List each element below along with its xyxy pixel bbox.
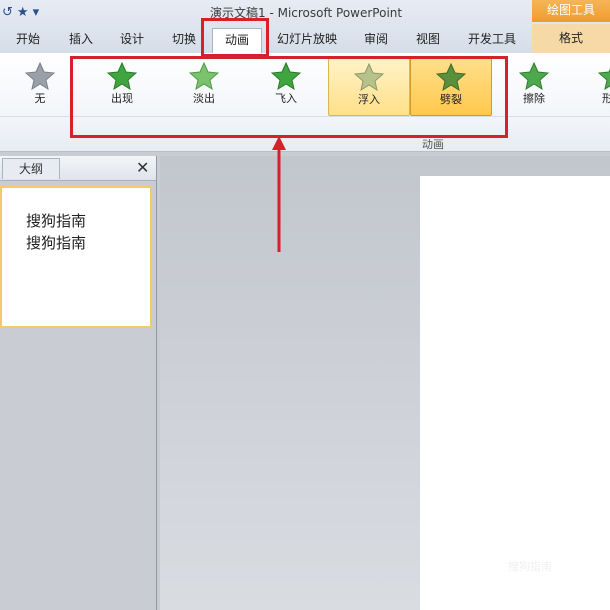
ribbon-tab-bar: 开始 插入 设计 切换 动画 幻灯片放映 审阅 视图 开发工具 格式 — [0, 24, 610, 54]
star-wipe-icon — [519, 62, 549, 90]
close-icon[interactable]: ✕ — [136, 158, 149, 177]
animation-label: 无 — [34, 92, 46, 105]
tab-outline[interactable]: 大纲 — [2, 158, 60, 179]
annotation-arrow-icon — [272, 136, 286, 252]
tab-transitions[interactable]: 切换 — [166, 28, 202, 50]
annotation-highlight-tab — [201, 18, 269, 57]
slide-thumbnail[interactable]: 搜狗指南 搜狗指南 — [0, 186, 152, 328]
context-tab-drawing-tools: 绘图工具 — [532, 0, 610, 22]
tab-home[interactable]: 开始 — [10, 28, 46, 50]
watermark: 搜狗指南 — [508, 560, 552, 573]
tab-format[interactable]: 格式 — [532, 24, 610, 53]
undo-icon[interactable]: ↺ — [2, 5, 13, 20]
quick-access-toolbar: ↺ ★ ▾ — [0, 2, 39, 22]
tab-design[interactable]: 设计 — [114, 28, 150, 50]
star-shape-icon — [598, 68, 610, 90]
tab-review[interactable]: 审阅 — [358, 28, 394, 50]
thumbnail-text-line: 搜狗指南 — [26, 234, 87, 252]
star-icon[interactable]: ★ — [17, 5, 29, 20]
animation-none[interactable]: 无 — [0, 58, 80, 114]
animation-shape[interactable]: 形 — [576, 58, 610, 114]
tab-view[interactable]: 视图 — [410, 28, 446, 50]
tab-insert[interactable]: 插入 — [64, 28, 98, 50]
thumbnail-text-line: 搜狗指南 — [26, 212, 87, 230]
animation-label: 形 — [602, 92, 610, 105]
customize-dropdown-icon[interactable]: ▾ — [33, 5, 40, 20]
slide-canvas[interactable] — [420, 176, 610, 610]
star-none-icon — [25, 62, 55, 90]
annotation-highlight-gallery — [70, 56, 508, 138]
group-label-animations: 动画 — [422, 138, 444, 151]
tab-developer[interactable]: 开发工具 — [462, 28, 522, 50]
tab-slideshow[interactable]: 幻灯片放映 — [272, 28, 342, 50]
